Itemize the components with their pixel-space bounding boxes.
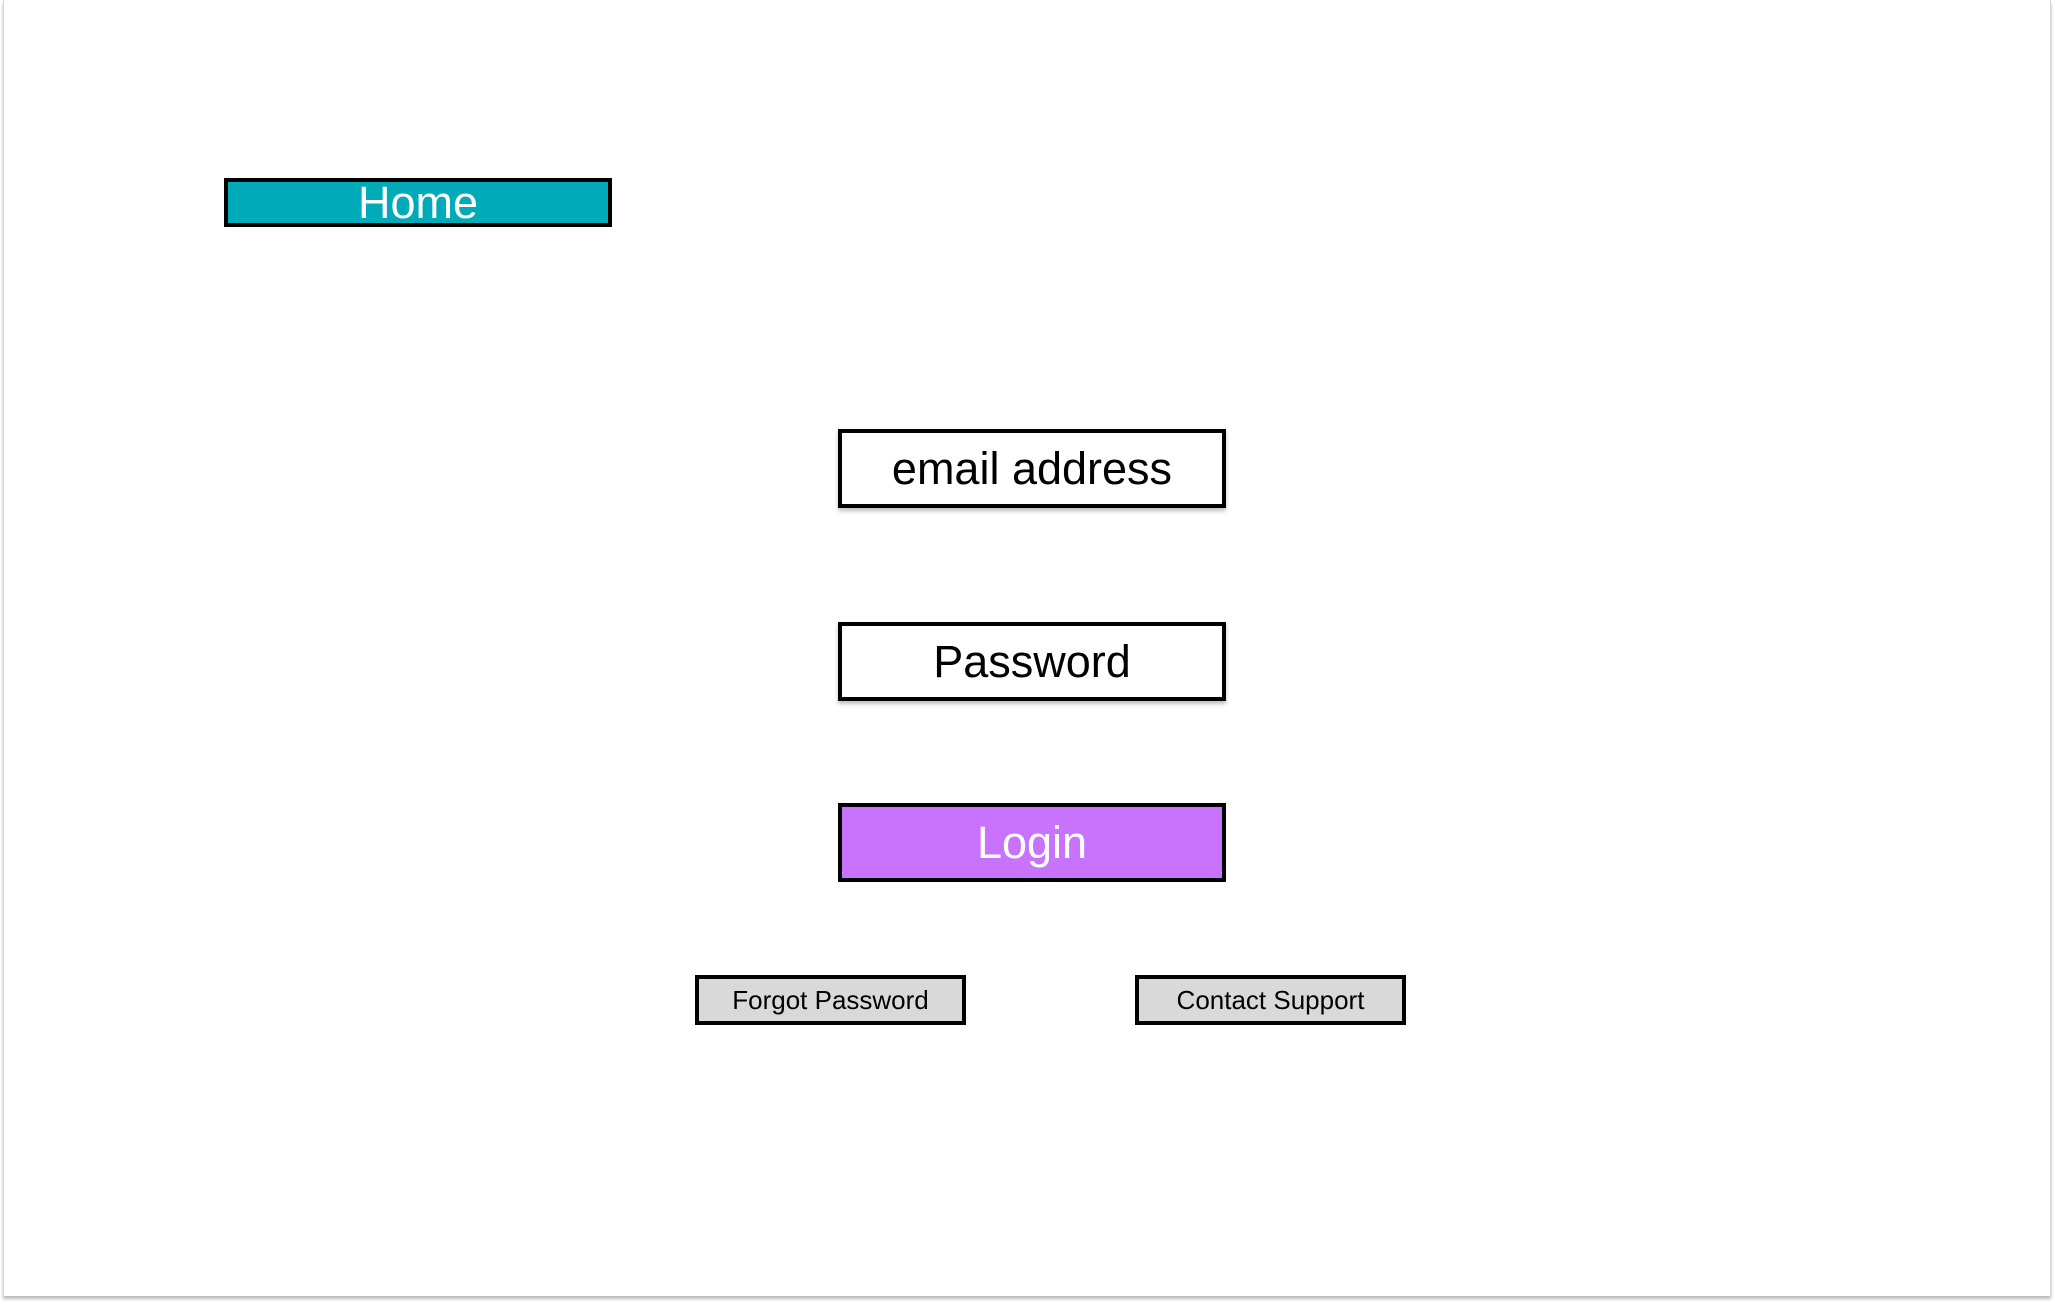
password-field-label: Password: [933, 635, 1131, 687]
forgot-password-button[interactable]: Forgot Password: [695, 975, 966, 1025]
forgot-password-label: Forgot Password: [732, 984, 929, 1015]
login-button-label: Login: [976, 816, 1088, 868]
password-field[interactable]: Password: [838, 622, 1226, 701]
contact-support-button[interactable]: Contact Support: [1135, 975, 1406, 1025]
login-page: Home email address Password Login Forgot…: [3, 0, 2051, 1296]
contact-support-label: Contact Support: [1176, 984, 1365, 1015]
email-field-label: email address: [891, 442, 1173, 494]
home-button-label: Home: [357, 176, 479, 228]
login-button[interactable]: Login: [838, 803, 1226, 882]
email-field[interactable]: email address: [838, 429, 1226, 508]
home-button[interactable]: Home: [224, 176, 612, 228]
